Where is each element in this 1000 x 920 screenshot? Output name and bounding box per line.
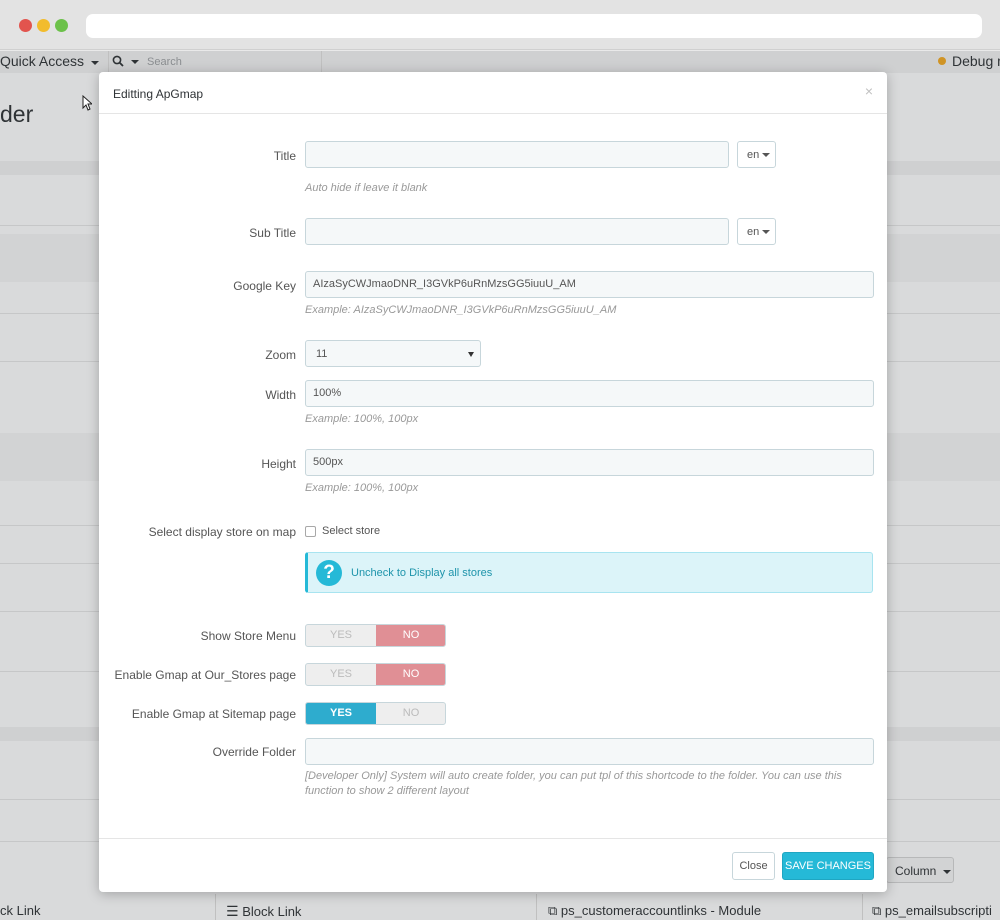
- title-language-dropdown[interactable]: en: [737, 141, 776, 168]
- info-alert-text: Uncheck to Display all stores: [351, 567, 493, 579]
- debug-status-dot: [938, 57, 946, 65]
- enable-sitemap-yes-option[interactable]: YES: [306, 703, 376, 724]
- dropdown-arrow-icon: [468, 352, 474, 357]
- debug-label: Debug m: [952, 53, 1000, 69]
- quick-access-menu[interactable]: Quick Access: [0, 53, 99, 69]
- height-help-text: Example: 100%, 100px: [305, 482, 419, 494]
- modal-title: Editting ApGmap: [113, 87, 204, 101]
- enable-our-stores-yes-option[interactable]: YES: [306, 664, 376, 685]
- height-input[interactable]: 500px: [305, 449, 874, 476]
- close-window-dot[interactable]: [19, 19, 32, 32]
- quick-access-label: Quick Access: [0, 53, 85, 69]
- close-icon[interactable]: ×: [865, 83, 873, 99]
- override-folder-help-text: [Developer Only] System will auto create…: [305, 769, 865, 799]
- edit-apgmap-modal: Editting ApGmap × Title en Auto hide if …: [99, 72, 887, 892]
- copy-icon: ⧉: [872, 903, 882, 918]
- address-bar[interactable]: [86, 14, 982, 38]
- minimize-window-dot[interactable]: [37, 19, 50, 32]
- enable-sitemap-toggle: YES NO: [305, 702, 446, 725]
- column-button-label: Column: [895, 864, 937, 878]
- info-alert: ? Uncheck to Display all stores: [305, 552, 873, 593]
- title-label: Title: [273, 149, 296, 163]
- select-store-checkbox-label[interactable]: Select store: [322, 525, 380, 537]
- chevron-down-icon: [942, 870, 951, 874]
- chevron-down-icon: [762, 153, 771, 157]
- zoom-label: Zoom: [265, 348, 296, 362]
- modal-header: Editting ApGmap ×: [99, 72, 887, 114]
- zoom-select[interactable]: 11: [305, 340, 481, 367]
- select-store-label: Select display store on map: [148, 525, 296, 539]
- bottom-item-customer-links[interactable]: ⧉ ps_customeraccountlinks - Module: [548, 903, 761, 919]
- zoom-selected-value: 11: [316, 348, 328, 360]
- chevron-down-icon: [130, 60, 139, 64]
- enable-our-stores-label: Enable Gmap at Our_Stores page: [114, 668, 296, 682]
- close-button[interactable]: Close: [732, 852, 775, 880]
- language-code: en: [747, 226, 760, 238]
- enable-sitemap-label: Enable Gmap at Sitemap page: [131, 707, 296, 721]
- bottom-item-label: ps_emailsubscripti: [884, 903, 992, 918]
- page-title: der: [0, 101, 34, 127]
- question-icon: ?: [316, 560, 342, 586]
- show-store-menu-yes-option[interactable]: YES: [306, 625, 376, 646]
- show-store-menu-toggle: YES NO: [305, 624, 446, 647]
- enable-our-stores-toggle: YES NO: [305, 663, 446, 686]
- height-label: Height: [261, 457, 296, 471]
- enable-our-stores-no-option[interactable]: NO: [376, 664, 445, 685]
- bottom-item-label: ps_customeraccountlinks - Module: [560, 903, 762, 918]
- google-key-input[interactable]: AIzaSyCWJmaoDNR_I3GVkP6uRnMzsGG5iuuU_AM: [305, 271, 874, 298]
- maximize-window-dot[interactable]: [55, 19, 68, 32]
- debug-mode-indicator[interactable]: Debug m: [938, 53, 1000, 69]
- admin-search-box[interactable]: [108, 51, 322, 73]
- sub-title-language-dropdown[interactable]: en: [737, 218, 776, 245]
- copy-icon: ⧉: [548, 903, 558, 918]
- override-folder-help-line: function to show 2 different layout: [305, 785, 469, 797]
- search-icon[interactable]: [112, 55, 139, 70]
- search-placeholder: Search: [147, 56, 182, 68]
- column-button[interactable]: Column: [886, 857, 954, 883]
- show-store-menu-label: Show Store Menu: [200, 629, 296, 643]
- save-changes-button[interactable]: SAVE CHANGES: [782, 852, 874, 880]
- show-store-menu-no-option[interactable]: NO: [376, 625, 445, 646]
- chevron-down-icon: [762, 230, 771, 234]
- chevron-down-icon: [90, 61, 99, 65]
- override-folder-help-line: [Developer Only] System will auto create…: [305, 770, 842, 782]
- language-code: en: [747, 149, 760, 161]
- override-folder-input[interactable]: [305, 738, 874, 765]
- sub-title-label: Sub Title: [249, 226, 296, 240]
- bottom-item-block-link[interactable]: ☰ Block Link: [226, 903, 301, 920]
- title-input[interactable]: [305, 141, 729, 168]
- width-help-text: Example: 100%, 100px: [305, 413, 419, 425]
- google-key-help-text: Example: AIzaSyCWJmaoDNR_I3GVkP6uRnMzsGG…: [305, 304, 617, 316]
- width-label: Width: [265, 388, 296, 402]
- bottom-item-email-subscription[interactable]: ⧉ ps_emailsubscripti: [872, 903, 992, 919]
- enable-sitemap-no-option[interactable]: NO: [376, 703, 445, 724]
- google-key-label: Google Key: [233, 279, 296, 293]
- sub-title-input[interactable]: [305, 218, 729, 245]
- list-icon: ☰: [226, 903, 239, 919]
- override-folder-label: Override Folder: [212, 745, 296, 759]
- bottom-item-label[interactable]: ck Link: [0, 903, 40, 918]
- bottom-item-label: Block Link: [242, 904, 302, 919]
- browser-window-bar: [0, 0, 1000, 50]
- select-store-checkbox[interactable]: [305, 526, 316, 537]
- title-help-text: Auto hide if leave it blank: [305, 182, 428, 194]
- mouse-cursor-icon: [82, 95, 92, 111]
- width-input[interactable]: 100%: [305, 380, 874, 407]
